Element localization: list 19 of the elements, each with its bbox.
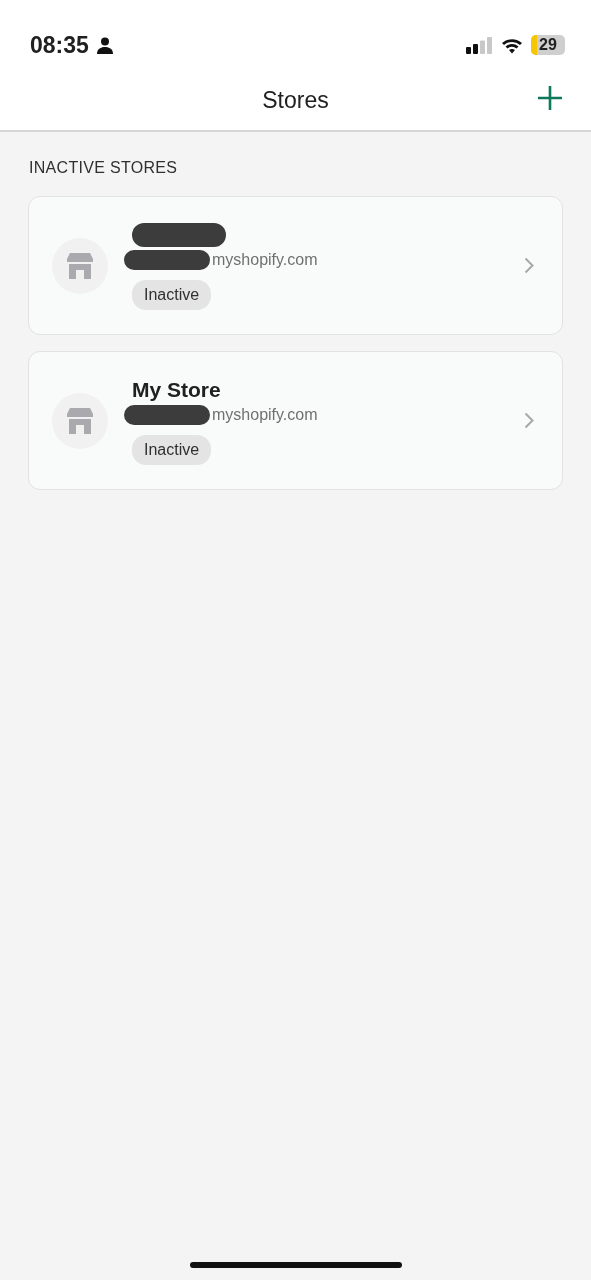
store-domain: myshopify.com bbox=[212, 404, 318, 425]
signal-icon bbox=[466, 36, 493, 54]
section-heading: INACTIVE STORES bbox=[28, 158, 179, 178]
store-name: My Store bbox=[132, 377, 221, 402]
chevron-right-icon bbox=[524, 257, 534, 274]
add-button[interactable] bbox=[537, 85, 563, 111]
store-card[interactable]: My Store myshopify.com Inactive bbox=[28, 351, 563, 490]
person-icon bbox=[96, 36, 113, 54]
storefront-icon bbox=[67, 252, 93, 279]
battery-indicator: 29 bbox=[531, 35, 565, 55]
store-card[interactable]: myshopify.com Inactive bbox=[28, 196, 563, 335]
store-domain: myshopify.com bbox=[212, 249, 318, 270]
page-title: Stores bbox=[262, 85, 329, 115]
chevron-right-icon bbox=[524, 412, 534, 429]
status-badge: Inactive bbox=[132, 434, 212, 465]
storefront-icon bbox=[67, 407, 93, 434]
wifi-icon bbox=[501, 36, 523, 54]
status-time: 08:35 bbox=[30, 30, 89, 60]
status-badge: Inactive bbox=[132, 279, 212, 310]
